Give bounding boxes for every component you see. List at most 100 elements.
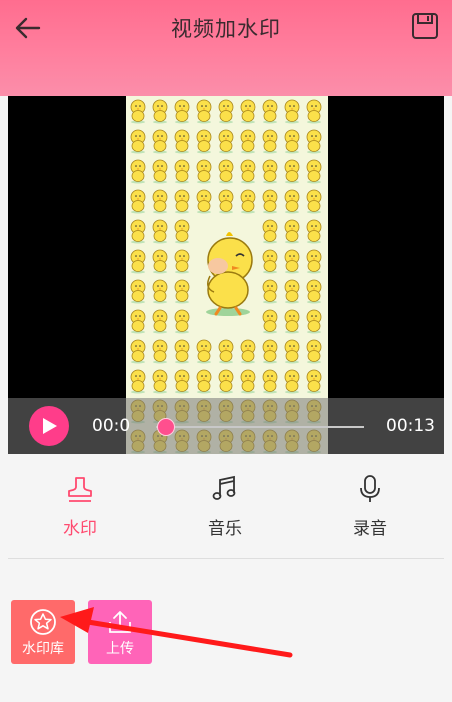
chick-sticker bbox=[128, 158, 150, 188]
chick-sticker bbox=[238, 188, 260, 218]
chick-sticker bbox=[172, 128, 194, 158]
chick-sticker bbox=[260, 188, 282, 218]
chick-sticker bbox=[194, 188, 216, 218]
chick-sticker bbox=[260, 98, 282, 128]
chick-sticker bbox=[282, 158, 304, 188]
chick-sticker bbox=[128, 128, 150, 158]
chick-sticker bbox=[172, 368, 194, 398]
chick-sticker bbox=[260, 368, 282, 398]
progress-track[interactable] bbox=[156, 426, 364, 428]
chick-sticker bbox=[150, 278, 172, 308]
current-time: 00:0 bbox=[92, 416, 131, 436]
tab-music[interactable]: 音乐 bbox=[180, 474, 270, 539]
chick-sticker bbox=[260, 338, 282, 368]
edit-tabs: 水印 音乐 录音 bbox=[8, 454, 444, 559]
chick-sticker bbox=[282, 98, 304, 128]
chick-sticker bbox=[238, 338, 260, 368]
chick-sticker bbox=[216, 338, 238, 368]
chick-sticker bbox=[128, 248, 150, 278]
watermark-library-button[interactable]: 水印库 bbox=[11, 600, 75, 664]
stamp-icon bbox=[68, 477, 92, 502]
chick-sticker bbox=[172, 158, 194, 188]
chick-sticker bbox=[172, 308, 194, 338]
chick-sticker bbox=[304, 128, 326, 158]
chick-sticker bbox=[216, 128, 238, 158]
chick-sticker bbox=[260, 128, 282, 158]
chick-sticker bbox=[172, 218, 194, 248]
chick-sticker bbox=[150, 158, 172, 188]
chick-sticker bbox=[260, 248, 282, 278]
chick-sticker bbox=[238, 368, 260, 398]
chick-sticker bbox=[216, 188, 238, 218]
chick-sticker bbox=[304, 158, 326, 188]
chick-sticker bbox=[304, 188, 326, 218]
upload-icon bbox=[109, 611, 131, 633]
chick-sticker bbox=[172, 338, 194, 368]
chick-sticker bbox=[216, 368, 238, 398]
chick-sticker bbox=[194, 128, 216, 158]
tab-label: 录音 bbox=[353, 519, 387, 539]
chick-sticker bbox=[238, 128, 260, 158]
tool-label: 上传 bbox=[106, 641, 134, 657]
chick-sticker bbox=[128, 278, 150, 308]
total-time: 00:13 bbox=[386, 416, 435, 436]
chick-sticker bbox=[260, 308, 282, 338]
video-player[interactable]: 00:0 00:13 bbox=[8, 96, 444, 454]
star-badge-icon bbox=[30, 609, 56, 635]
chick-sticker bbox=[128, 218, 150, 248]
chick-sticker bbox=[304, 368, 326, 398]
chick-sticker bbox=[150, 308, 172, 338]
progress-knob[interactable] bbox=[157, 418, 176, 436]
chick-sticker bbox=[128, 368, 150, 398]
chick-sticker bbox=[128, 188, 150, 218]
chick-sticker bbox=[172, 98, 194, 128]
chick-sticker bbox=[238, 98, 260, 128]
microphone-icon bbox=[360, 475, 380, 502]
chick-sticker bbox=[260, 278, 282, 308]
play-button[interactable] bbox=[29, 406, 69, 446]
chick-sticker bbox=[194, 98, 216, 128]
player-controls: 00:0 00:13 bbox=[8, 398, 444, 454]
chick-sticker bbox=[150, 218, 172, 248]
chick-sticker bbox=[128, 98, 150, 128]
chick-sticker bbox=[282, 278, 304, 308]
chick-sticker bbox=[282, 368, 304, 398]
tab-recording[interactable]: 录音 bbox=[325, 474, 415, 539]
chick-sticker bbox=[128, 308, 150, 338]
chick-sticker bbox=[194, 338, 216, 368]
chick-sticker bbox=[216, 98, 238, 128]
chick-sticker bbox=[260, 158, 282, 188]
chick-character bbox=[206, 232, 253, 316]
chick-sticker bbox=[282, 128, 304, 158]
tool-label: 水印库 bbox=[22, 641, 64, 657]
chick-sticker bbox=[304, 218, 326, 248]
chick-sticker bbox=[282, 248, 304, 278]
chick-sticker bbox=[304, 308, 326, 338]
chick-sticker bbox=[172, 188, 194, 218]
play-icon bbox=[43, 418, 57, 434]
tab-watermark[interactable]: 水印 bbox=[35, 474, 125, 539]
chick-sticker bbox=[216, 158, 238, 188]
chick-sticker bbox=[282, 338, 304, 368]
chick-sticker bbox=[282, 218, 304, 248]
chick-sticker bbox=[282, 308, 304, 338]
app-header: 视频加水印 bbox=[0, 0, 452, 96]
chick-sticker bbox=[150, 98, 172, 128]
chick-sticker bbox=[150, 248, 172, 278]
tab-label: 水印 bbox=[63, 519, 97, 539]
chick-sticker bbox=[150, 338, 172, 368]
chick-sticker bbox=[304, 248, 326, 278]
chick-sticker bbox=[172, 248, 194, 278]
chick-sticker bbox=[150, 368, 172, 398]
upload-button[interactable]: 上传 bbox=[88, 600, 152, 664]
chick-sticker bbox=[282, 188, 304, 218]
chick-sticker bbox=[128, 338, 150, 368]
chick-sticker bbox=[238, 158, 260, 188]
chick-sticker bbox=[194, 368, 216, 398]
save-icon[interactable] bbox=[411, 12, 439, 40]
chick-sticker bbox=[304, 338, 326, 368]
chick-sticker bbox=[150, 188, 172, 218]
chick-sticker bbox=[260, 218, 282, 248]
chick-sticker bbox=[172, 278, 194, 308]
page-title: 视频加水印 bbox=[171, 17, 281, 41]
